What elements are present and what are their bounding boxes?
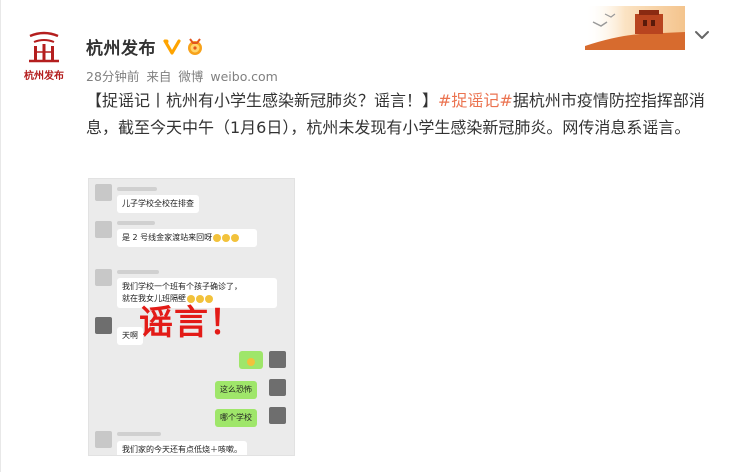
post-image[interactable]: 儿子学校全校在排查 是 2 号线金家渡站来回呀 我们学校一个班有个孩子确诊了，就… [88, 178, 295, 456]
chat-message [95, 431, 112, 448]
post-content: 【捉谣记丨杭州有小学生感染新冠肺炎？谣言！】#捉谣记#据杭州市疫情防控指挥部消息… [86, 87, 711, 141]
chat-message: 是 2 号线金家渡站来回呀 [117, 229, 257, 247]
emoji-icon [231, 233, 240, 242]
chat-message [95, 184, 112, 201]
chat-bubble [239, 351, 263, 369]
chat-message: 这么恐怖 [215, 381, 257, 399]
chat-bubble: 我们家的今天还有点低烧＋咳嗽。 [117, 441, 247, 455]
chat-avatar [95, 317, 112, 334]
chat-message: 天啊 [117, 327, 143, 345]
avatar-label: 杭州发布 [24, 71, 64, 82]
post-title: 【捉谣记丨杭州有小学生感染新冠肺炎？谣言！】 [86, 91, 439, 110]
chat-message [95, 221, 112, 238]
avatar[interactable]: 杭州发布 [19, 28, 69, 86]
emoji-icon [247, 357, 255, 366]
chat-bubble: 哪个学校 [215, 409, 257, 427]
chat-avatar [269, 407, 286, 424]
chat-bubble: 儿子学校全校在排查 [117, 195, 199, 213]
emoji-icon [222, 233, 231, 242]
chat-message: 哪个学校 [215, 409, 257, 427]
source-prefix: 来自 [146, 69, 172, 84]
chat-avatar [269, 351, 286, 368]
blurred-name [117, 221, 155, 225]
blurred-name [117, 270, 159, 274]
chat-avatar [269, 379, 286, 396]
blurred-name [117, 432, 161, 436]
hangzhou-logo-icon [29, 31, 59, 63]
source-site[interactable]: weibo.com [210, 69, 277, 84]
rumor-stamp: 谣言！ [139, 303, 244, 343]
chat-bubble: 是 2 号线金家渡站来回呀 [117, 229, 257, 247]
weibo-post-card: 杭州发布 杭州发布 28分钟前 来自 微博 weibo.com 【捉谣记丨杭州有… [0, 0, 732, 472]
chat-avatar [95, 221, 112, 238]
chat-bubble-text: 是 2 号线金家渡站来回呀 [122, 233, 213, 242]
account-name[interactable]: 杭州发布 [86, 34, 156, 59]
chat-avatar [95, 184, 112, 201]
chat-bubble: 天啊 [117, 327, 143, 345]
chat-message: 我们家的今天还有点低烧＋咳嗽。 [117, 441, 247, 455]
chat-avatar [95, 269, 112, 286]
blurred-name [117, 187, 157, 191]
chat-message: 儿子学校全校在排查 [117, 195, 199, 213]
chat-message [239, 351, 263, 369]
post-time[interactable]: 28分钟前 [86, 69, 139, 84]
emoji-icon [213, 233, 222, 242]
chevron-down-icon[interactable] [693, 26, 711, 44]
post-meta: 28分钟前 来自 微博 weibo.com [86, 66, 281, 85]
verified-v-icon[interactable] [163, 38, 181, 56]
chat-avatar [95, 431, 112, 448]
hashtag-link[interactable]: #捉谣记# [438, 91, 513, 110]
chat-bubble-line: 我们学校一个班有个孩子确诊了， [122, 282, 242, 291]
chat-message [95, 269, 112, 286]
chat-bubble: 这么恐怖 [215, 381, 257, 399]
source-name[interactable]: 微博 [178, 69, 203, 84]
medal-icon[interactable] [185, 37, 205, 57]
great-wall-banner-icon [585, 6, 685, 50]
chat-message [95, 317, 112, 334]
post-header: 杭州发布 [86, 34, 205, 59]
